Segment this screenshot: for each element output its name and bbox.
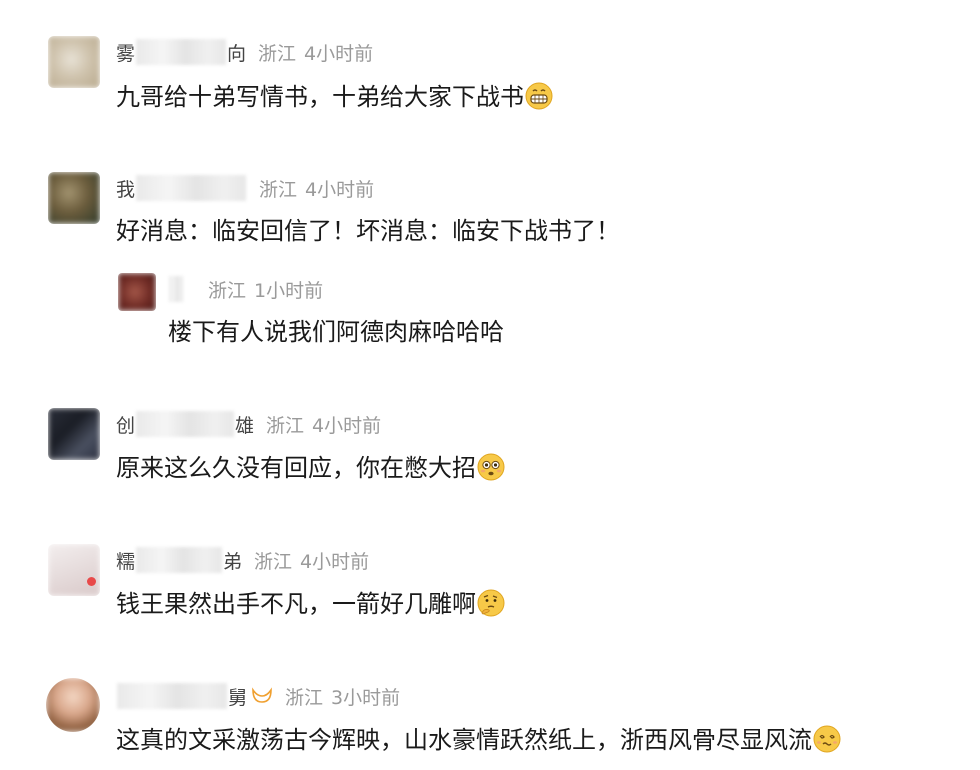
location: 浙江 — [266, 414, 305, 437]
blurred-name — [136, 39, 227, 65]
avatar[interactable] — [48, 36, 100, 88]
username[interactable]: 我 — [116, 175, 247, 202]
flushed-emoji-icon — [477, 453, 505, 481]
blurred-name — [117, 683, 227, 709]
timestamp: 1小时前 — [254, 279, 324, 302]
grin-emoji-icon — [525, 82, 553, 110]
username[interactable]: 雾 向 — [116, 39, 246, 66]
comment-text: 钱王果然出手不凡，一箭好几雕啊 — [116, 587, 505, 621]
timestamp: 3小时前 — [331, 686, 401, 709]
blurred-name — [136, 547, 223, 573]
thinking-emoji-icon — [477, 589, 505, 617]
timestamp: 4小时前 — [305, 178, 375, 201]
avatar[interactable] — [46, 678, 100, 732]
comment-text: 原来这么久没有回应，你在憋大招 — [116, 451, 505, 485]
location: 浙江 — [259, 178, 298, 201]
comment-text: 这真的文采激荡古今辉映，山水豪情跃然纸上，浙西风骨尽显风流 — [116, 723, 841, 757]
avatar[interactable] — [48, 544, 100, 596]
username[interactable]: 创 雄 — [116, 411, 254, 438]
blurred-name — [136, 175, 247, 201]
username[interactable] — [168, 276, 184, 302]
timestamp: 4小时前 — [300, 550, 370, 573]
blurred-name — [136, 411, 235, 437]
comment-text: 九哥给十弟写情书，十弟给大家下战书 — [116, 80, 553, 114]
blurred-name — [169, 276, 183, 302]
reply-text: 楼下有人说我们阿德肉麻哈哈哈 — [168, 318, 504, 346]
location: 浙江 — [208, 279, 247, 302]
location: 浙江 — [258, 42, 297, 65]
fan-badge-icon — [252, 687, 272, 703]
red-dot-icon — [87, 577, 96, 586]
avatar[interactable] — [48, 172, 100, 224]
location: 浙江 — [254, 550, 293, 573]
avatar[interactable] — [48, 408, 100, 460]
timestamp: 4小时前 — [312, 414, 382, 437]
location: 浙江 — [285, 686, 324, 709]
comment-text: 好消息：临安回信了！坏消息：临安下战书了！ — [116, 217, 620, 245]
timestamp: 4小时前 — [304, 42, 374, 65]
avatar[interactable] — [118, 273, 156, 311]
username[interactable]: 糯 弟 — [116, 547, 242, 574]
username[interactable]: 舅 — [116, 683, 273, 710]
dizzy-emoji-icon — [813, 725, 841, 753]
